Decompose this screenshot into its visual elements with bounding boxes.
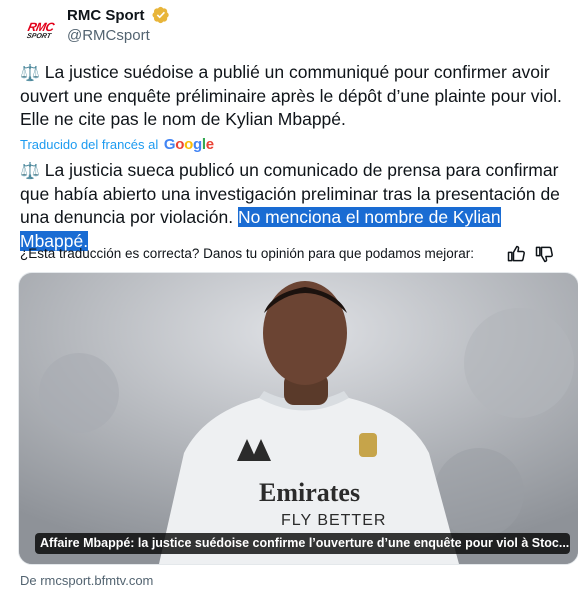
scales-icon: ⚖️ bbox=[20, 161, 40, 180]
thumbs-down-icon[interactable] bbox=[534, 244, 554, 264]
google-logo: Google bbox=[163, 136, 214, 153]
link-card-image[interactable]: Emirates FLY BETTER Affaire Mbappé: la j… bbox=[18, 272, 578, 565]
thumbs-up-icon[interactable] bbox=[506, 244, 526, 264]
verified-badge-icon[interactable] bbox=[152, 6, 170, 24]
translated-text: ⚖️ La justicia sueca publicó un comunica… bbox=[20, 159, 572, 253]
avatar-logo-sport: SPORT bbox=[26, 33, 52, 40]
player-photo: Emirates FLY BETTER bbox=[19, 273, 578, 564]
tweet-header: RMC SPORT RMC Sport @RMCsport bbox=[15, 6, 570, 51]
link-card-caption[interactable]: Affaire Mbappé: la justice suédoise conf… bbox=[35, 533, 570, 554]
display-name[interactable]: RMC Sport bbox=[67, 6, 145, 26]
account-handle[interactable]: @RMCsport bbox=[67, 26, 170, 46]
shirt-sponsor-text: Emirates bbox=[259, 478, 360, 507]
translation-label: Traducido del francés al bbox=[20, 137, 159, 152]
shirt-slogan-text: FLY BETTER bbox=[281, 512, 386, 529]
translation-feedback: ¿Esta traducción es correcta? Danos tu o… bbox=[20, 244, 560, 264]
tweet-body: La justice suédoise a publié un communiq… bbox=[20, 62, 562, 129]
avatar[interactable]: RMC SPORT bbox=[15, 11, 65, 51]
avatar-logo-rmc: RMC bbox=[26, 20, 56, 34]
translation-attribution[interactable]: Traducido del francés al Google bbox=[20, 137, 214, 153]
scales-icon: ⚖️ bbox=[20, 63, 40, 82]
account-names: RMC Sport @RMCsport bbox=[67, 6, 170, 46]
feedback-question: ¿Esta traducción es correcta? Danos tu o… bbox=[20, 246, 474, 261]
link-source[interactable]: De rmcsport.bfmtv.com bbox=[20, 573, 153, 589]
tweet-text: ⚖️ La justice suédoise a publié un commu… bbox=[20, 61, 572, 132]
